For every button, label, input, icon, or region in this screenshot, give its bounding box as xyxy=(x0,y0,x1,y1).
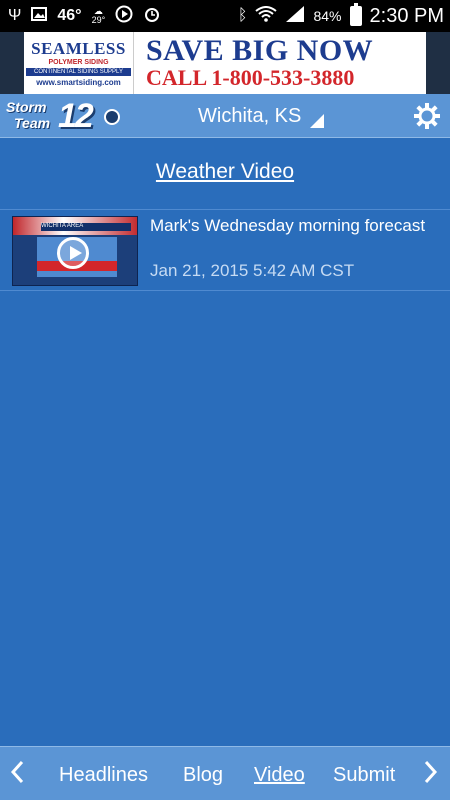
bottom-nav: Headlines Blog Video Submit xyxy=(0,746,450,800)
video-date: Jan 21, 2015 5:42 AM CST xyxy=(150,261,355,280)
ad-headline: SAVE BIG NOW xyxy=(146,34,374,67)
weather-icon: ☁ 29° xyxy=(91,6,106,25)
video-title[interactable]: Mark's Wednesday morning forecast xyxy=(150,216,440,236)
dropdown-triangle-icon[interactable] xyxy=(310,114,324,128)
ad-brand-sub: POLYMER SIDING xyxy=(48,59,109,66)
ad-banner[interactable]: SEAMLESS POLYMER SIDING CONTINENTAL SIDI… xyxy=(0,32,450,94)
section-title-weather-video[interactable]: Weather Video xyxy=(0,160,450,184)
divider xyxy=(0,290,450,291)
nav-submit[interactable]: Submit xyxy=(333,764,395,787)
video-thumbnail[interactable]: WICHITA AREA xyxy=(12,216,138,286)
logo-storm-text: Storm xyxy=(6,99,47,115)
nav-headlines[interactable]: Headlines xyxy=(59,764,148,787)
chevron-left-icon[interactable] xyxy=(10,760,24,791)
battery-icon xyxy=(349,3,362,26)
nav-video[interactable]: Video xyxy=(254,764,305,787)
clock-text: 2:30 PM xyxy=(369,4,444,27)
status-bar: Ψ 46° ☁ 29° ᛒ 84% 2:30 PM xyxy=(0,0,450,32)
media-icon xyxy=(115,5,133,28)
signal-icon xyxy=(285,5,305,28)
ad-brand: SEAMLESS xyxy=(31,39,126,58)
ad-supplier: CONTINENTAL SIDING SUPPLY xyxy=(26,68,131,76)
gear-icon[interactable] xyxy=(413,102,441,135)
bluetooth-icon: ᛒ xyxy=(237,7,248,24)
ad-url: www.smartsiding.com xyxy=(36,78,121,87)
chevron-right-icon[interactable] xyxy=(424,760,438,791)
ad-content[interactable]: SEAMLESS POLYMER SIDING CONTINENTAL SIDI… xyxy=(24,32,426,94)
temperature-text: 46° xyxy=(57,7,82,24)
logo-team-text: Team xyxy=(14,115,51,131)
wifi-icon xyxy=(255,5,278,27)
nav-blog[interactable]: Blog xyxy=(183,764,223,787)
cbs-eye-icon xyxy=(104,109,120,125)
play-icon[interactable] xyxy=(57,237,89,269)
location-selector[interactable]: Wichita, KS xyxy=(198,105,301,128)
thumbnail-label: WICHITA AREA xyxy=(41,223,131,231)
app-header: Storm Team 12 Wichita, KS xyxy=(0,94,450,138)
battery-text: 84% xyxy=(313,8,342,24)
logo-number-text: 12 xyxy=(58,97,94,135)
ad-phone: CALL 1-800-533-3880 xyxy=(146,65,355,90)
ad-logo: SEAMLESS POLYMER SIDING CONTINENTAL SIDI… xyxy=(24,32,134,94)
storm-team-12-logo: Storm Team 12 xyxy=(4,97,122,135)
alarm-icon xyxy=(143,5,161,28)
video-list-item[interactable]: WICHITA AREA Mark's Wednesday morning fo… xyxy=(0,210,450,290)
usb-icon: Ψ xyxy=(8,7,22,24)
image-icon xyxy=(31,6,48,27)
weather-small-text: 29° xyxy=(91,15,106,25)
